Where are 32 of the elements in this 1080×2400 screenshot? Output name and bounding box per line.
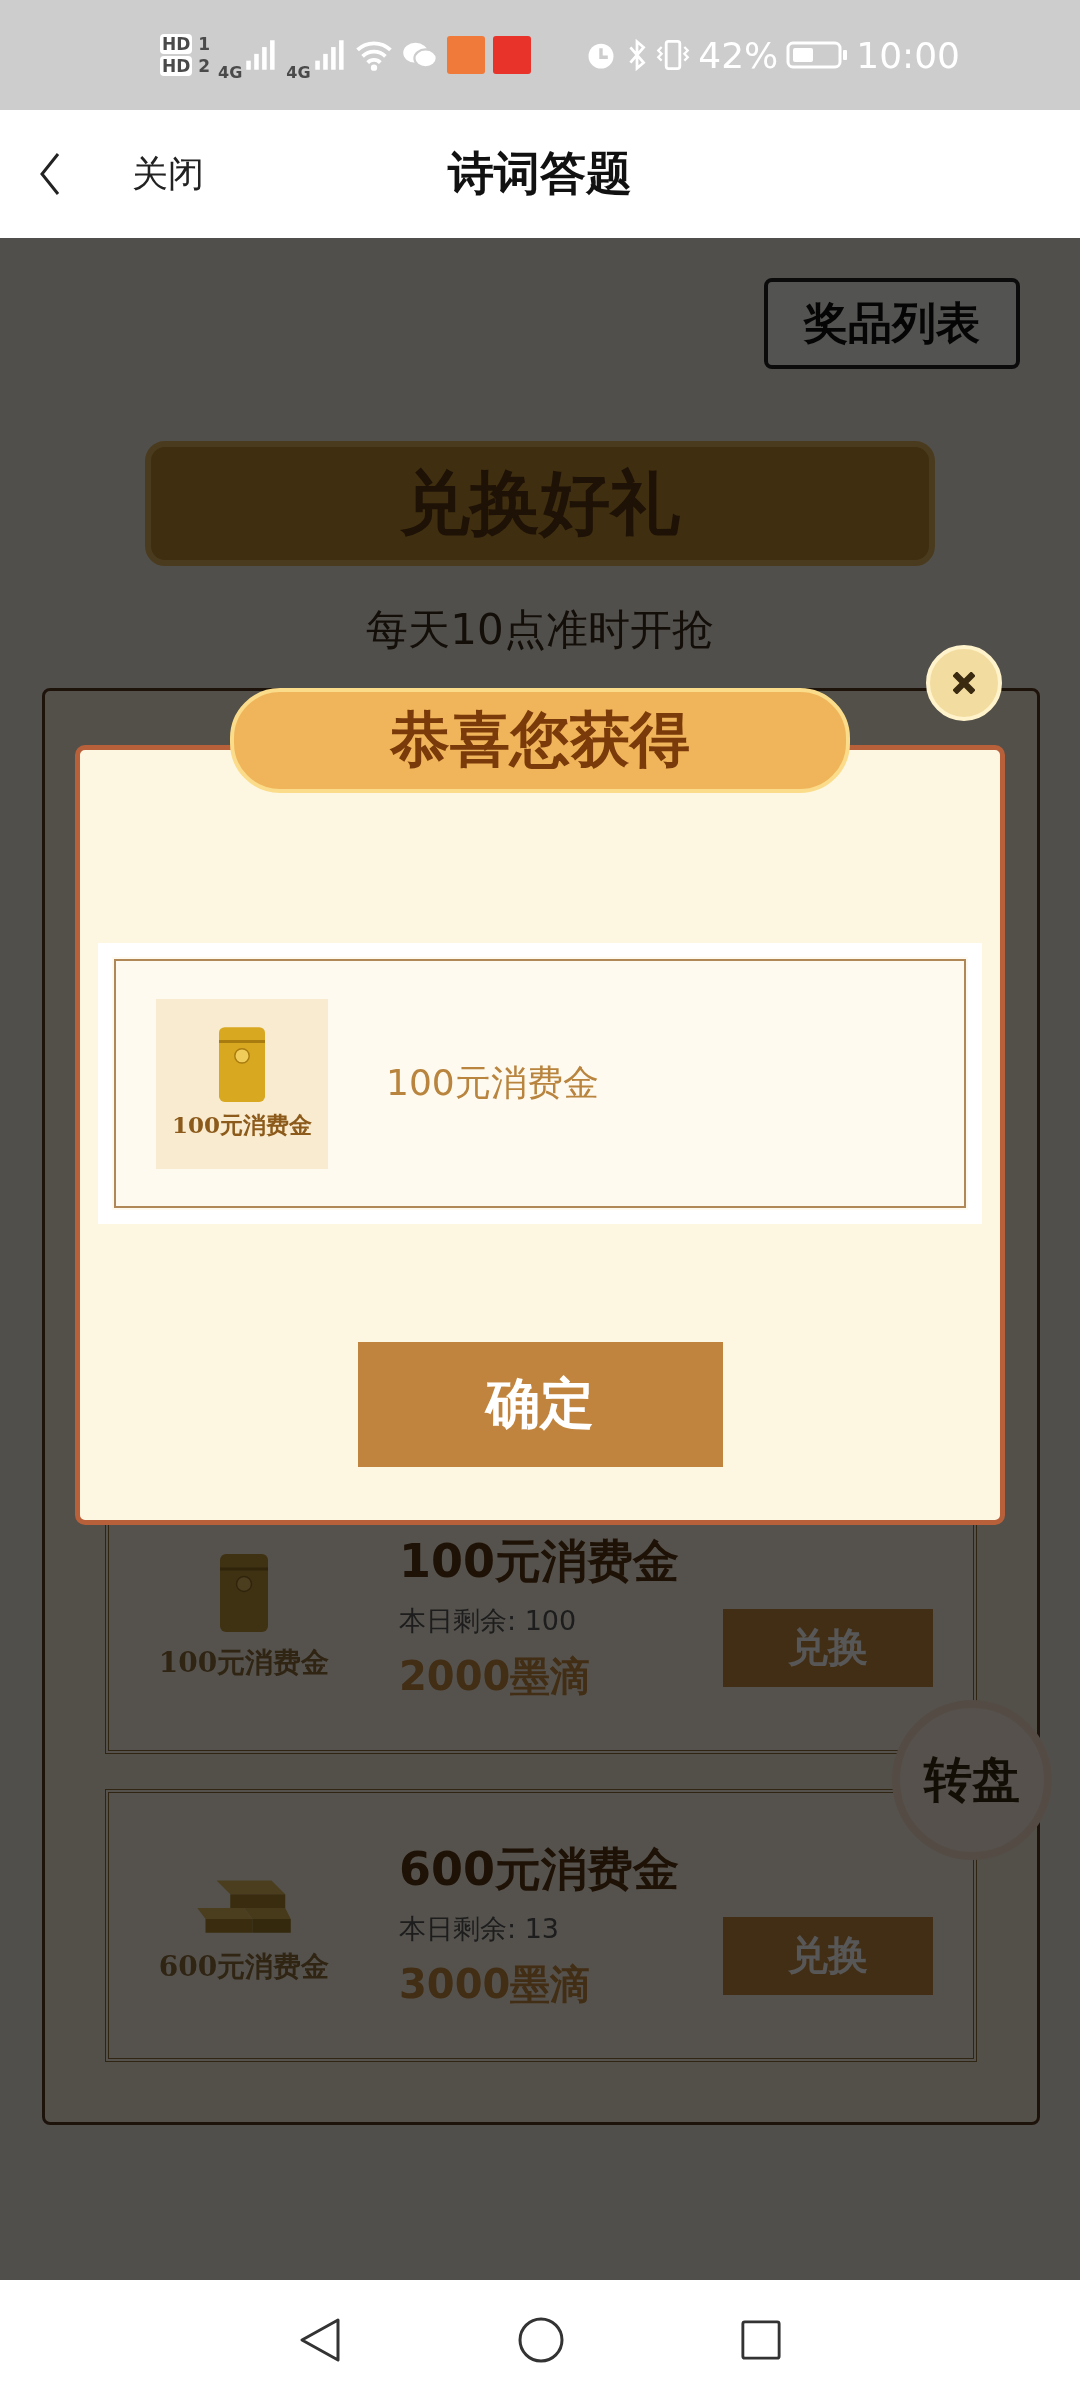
signal-icon — [312, 38, 347, 72]
home-icon[interactable] — [517, 2316, 565, 2364]
redeem-button[interactable]: 兑换 — [723, 1608, 933, 1687]
sim-label: HD 2 — [160, 56, 211, 76]
item-name: 600元消费金 — [399, 1841, 681, 1898]
page-title: 诗词答题 — [448, 145, 632, 202]
item-name: 100元消费金 — [399, 1533, 681, 1590]
prize-image-label: 100元消费金 — [172, 1109, 312, 1140]
remaining-count: 本日剩余: 13 — [399, 1912, 561, 1946]
prize-name: 100元消费金 — [386, 1061, 599, 1105]
item-image-label: 600元消费金 — [158, 1948, 330, 1985]
back-icon[interactable] — [38, 152, 62, 196]
sim-label: HD 1 — [160, 34, 211, 54]
item-price: 2000墨滴 — [399, 1652, 592, 1701]
schedule-text: 每天10点准时开抢 — [366, 604, 714, 656]
redeem-button[interactable]: 兑换 — [723, 1916, 933, 1995]
vibrate-icon — [656, 38, 691, 72]
prize-list-button[interactable]: 奖品列表 — [764, 278, 1020, 369]
item-price: 3000墨滴 — [399, 1960, 592, 2009]
close-link[interactable]: 关闭 — [132, 149, 204, 199]
dialog-title: 恭喜您获得 — [230, 688, 850, 793]
back-icon[interactable] — [298, 2316, 342, 2364]
envelope-icon — [220, 1553, 268, 1632]
envelope-icon — [219, 1026, 265, 1102]
recent-apps-icon[interactable] — [740, 2319, 782, 2361]
close-icon — [953, 672, 975, 694]
confirm-button[interactable]: 确定 — [357, 1342, 723, 1467]
item-image-label: 100元消费金 — [158, 1644, 330, 1681]
battery-icon — [786, 40, 849, 70]
network-label: 4G — [218, 62, 243, 82]
network-label: 4G — [286, 62, 311, 82]
remaining-count: 本日剩余: 100 — [399, 1604, 578, 1638]
